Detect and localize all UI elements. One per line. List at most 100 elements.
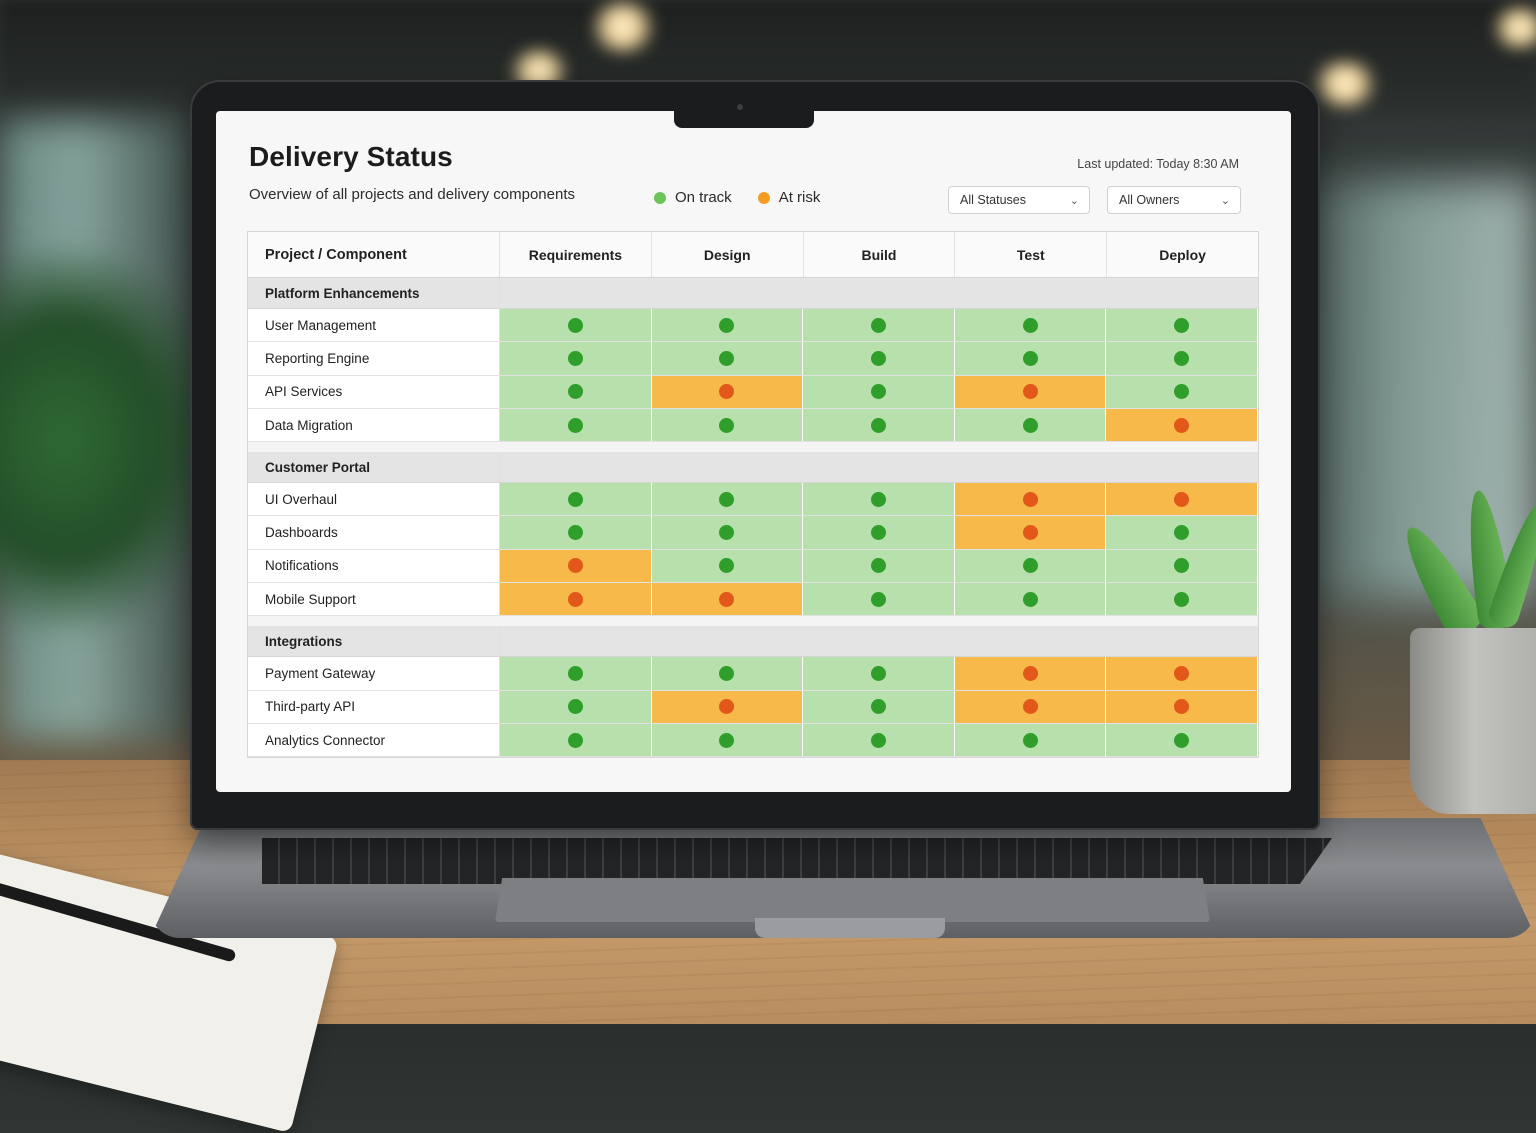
column-header-requirements[interactable]: Requirements [500, 232, 652, 277]
group-header-row[interactable]: Integrations [248, 626, 1258, 658]
status-cell-build[interactable] [803, 309, 955, 342]
table-row[interactable]: Payment Gateway [248, 657, 1258, 691]
status-cell-design[interactable] [651, 483, 804, 516]
column-header-design[interactable]: Design [652, 232, 804, 277]
legend-at-risk: At risk [757, 189, 820, 206]
on-track-dot-icon [870, 558, 886, 574]
table-row[interactable]: UI Overhaul [248, 483, 1258, 517]
table-body: Platform Enhancements User Management Repo… [248, 278, 1258, 758]
table-row[interactable]: User Management [248, 309, 1258, 343]
status-cell-build[interactable] [803, 375, 955, 408]
status-cell-design[interactable] [651, 583, 804, 616]
status-cell-deploy[interactable] [1106, 583, 1258, 616]
status-cell-requirements[interactable] [500, 657, 652, 690]
status-cell-deploy[interactable] [1106, 657, 1258, 690]
status-cell-design[interactable] [651, 408, 804, 442]
status-cell-build[interactable] [803, 483, 955, 516]
at-risk-dot-icon [1174, 491, 1190, 507]
on-track-dot-icon [719, 525, 735, 541]
status-cell-deploy[interactable] [1106, 309, 1258, 342]
status-cell-requirements[interactable] [500, 690, 652, 723]
table-row[interactable]: Reporting Engine [248, 342, 1258, 376]
status-cell-build[interactable] [803, 657, 955, 690]
table-row[interactable]: Data Migration [248, 408, 1258, 443]
status-cell-test[interactable] [954, 549, 1107, 583]
status-cell-deploy[interactable] [1106, 483, 1258, 516]
owner-filter-select[interactable]: All Owners ⌄ [1107, 186, 1241, 214]
group-header-row[interactable]: Customer Portal [248, 452, 1258, 484]
status-cell-design[interactable] [651, 723, 804, 757]
owner-filter-value: All Owners [1119, 193, 1180, 207]
component-name: Third-party API [248, 690, 500, 723]
status-cell-deploy[interactable] [1106, 342, 1258, 375]
status-cell-deploy[interactable] [1106, 549, 1258, 583]
table-row[interactable]: Third-party API [248, 690, 1258, 724]
status-cell-requirements[interactable] [500, 583, 652, 616]
window-left [0, 120, 200, 740]
status-cell-build[interactable] [803, 583, 955, 616]
status-cell-requirements[interactable] [500, 375, 652, 408]
status-cell-build[interactable] [803, 342, 955, 375]
column-header-build[interactable]: Build [804, 232, 956, 277]
status-cell-deploy[interactable] [1106, 516, 1258, 549]
group-name: Customer Portal [248, 452, 500, 483]
status-cell-requirements[interactable] [500, 408, 652, 442]
status-cell-design[interactable] [651, 516, 804, 549]
status-cell-requirements[interactable] [500, 483, 652, 516]
column-header-deploy[interactable]: Deploy [1107, 232, 1258, 277]
status-cell-test[interactable] [954, 483, 1107, 516]
status-cell-test[interactable] [954, 583, 1107, 616]
status-cell-requirements[interactable] [500, 723, 652, 757]
on-track-dot-icon [567, 525, 583, 541]
status-cell-design[interactable] [651, 549, 804, 583]
status-cell-requirements[interactable] [500, 342, 652, 375]
page-title: Delivery Status [249, 141, 453, 172]
table-row[interactable]: Dashboards [248, 516, 1258, 550]
status-cell-test[interactable] [954, 408, 1107, 442]
status-filter-select[interactable]: All Statuses ⌄ [948, 186, 1090, 214]
status-cell-deploy[interactable] [1106, 723, 1258, 757]
at-risk-dot-icon [1022, 699, 1038, 715]
status-cell-build[interactable] [803, 549, 955, 583]
on-track-dot-icon [1174, 525, 1190, 541]
status-cell-test[interactable] [954, 375, 1107, 408]
status-cell-design[interactable] [651, 342, 804, 375]
status-cell-design[interactable] [651, 657, 804, 690]
on-track-dot-icon [719, 491, 735, 507]
keyboard [262, 838, 1332, 884]
status-cell-build[interactable] [803, 516, 955, 549]
status-cell-design[interactable] [651, 309, 804, 342]
table-row[interactable]: Analytics Connector [248, 723, 1258, 758]
on-track-dot-icon [719, 317, 735, 333]
column-header-test[interactable]: Test [955, 232, 1108, 277]
table-row[interactable]: Mobile Support [248, 583, 1258, 617]
on-track-dot-icon [567, 699, 583, 715]
on-track-dot-icon [567, 417, 583, 433]
status-cell-design[interactable] [651, 375, 804, 408]
status-cell-test[interactable] [954, 657, 1107, 690]
status-cell-deploy[interactable] [1106, 375, 1258, 408]
table-row[interactable]: Notifications [248, 549, 1258, 584]
laptop-hinge [755, 918, 945, 938]
status-cell-test[interactable] [954, 690, 1107, 723]
on-track-dot-icon [1174, 558, 1190, 574]
status-cell-build[interactable] [803, 408, 955, 442]
group-header-row[interactable]: Platform Enhancements [248, 278, 1258, 309]
component-name: Payment Gateway [248, 657, 500, 690]
plant-leaf [1392, 518, 1488, 642]
status-cell-test[interactable] [954, 309, 1107, 342]
status-cell-deploy[interactable] [1106, 690, 1258, 723]
status-cell-deploy[interactable] [1106, 408, 1258, 442]
table-row[interactable]: API Services [248, 375, 1258, 409]
status-cell-build[interactable] [803, 723, 955, 757]
status-cell-requirements[interactable] [500, 516, 652, 549]
status-cell-test[interactable] [954, 723, 1107, 757]
status-cell-test[interactable] [954, 342, 1107, 375]
status-cell-requirements[interactable] [500, 309, 652, 342]
on-track-dot-icon [870, 732, 886, 748]
status-cell-test[interactable] [954, 516, 1107, 549]
chevron-down-icon: ⌄ [1220, 194, 1230, 207]
status-cell-design[interactable] [651, 690, 804, 723]
status-cell-build[interactable] [803, 690, 955, 723]
status-cell-requirements[interactable] [500, 549, 652, 583]
